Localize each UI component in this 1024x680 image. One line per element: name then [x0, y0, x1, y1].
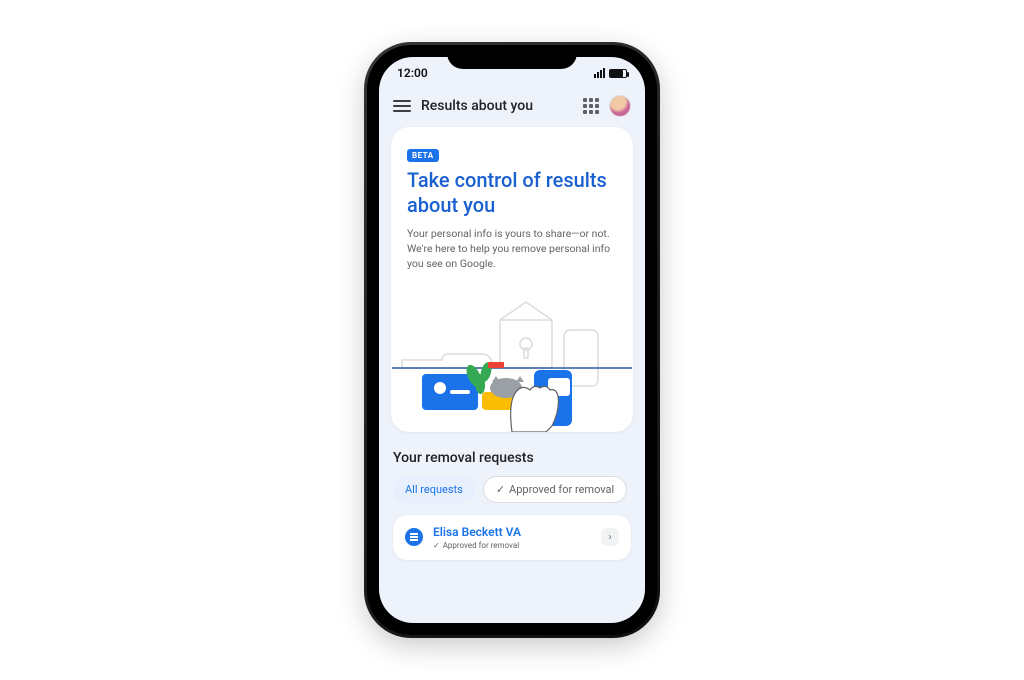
chip-approved[interactable]: ✓ Approved for removal [483, 476, 627, 503]
filter-chips: All requests ✓ Approved for removal ◐ [393, 476, 631, 503]
hero-title: Take control of results about you [407, 168, 617, 218]
hero-card: BETA Take control of results about you Y… [391, 127, 633, 432]
phone-frame: 12:00 Results about you BETA Take contro… [367, 45, 657, 635]
check-icon: ✓ [433, 541, 440, 550]
chevron-right-icon[interactable]: › [601, 528, 619, 546]
battery-icon [609, 69, 627, 78]
avatar[interactable] [609, 95, 631, 117]
chip-label: All requests [405, 483, 463, 496]
removals-title: Your removal requests [393, 450, 631, 466]
request-title: Elisa Beckett VA [433, 525, 591, 539]
illustration-svg [391, 282, 633, 432]
beta-badge: BETA [407, 149, 439, 162]
apps-grid-icon[interactable] [583, 98, 599, 114]
page-title: Results about you [421, 98, 573, 114]
phone-notch [447, 45, 577, 69]
status-right [594, 68, 627, 78]
request-body: Elisa Beckett VA ✓ Approved for removal [433, 525, 591, 550]
removals-section: Your removal requests All requests ✓ App… [379, 446, 645, 560]
screen: 12:00 Results about you BETA Take contro… [379, 57, 645, 623]
hero-illustration [391, 282, 633, 432]
menu-icon[interactable] [393, 100, 411, 112]
hero-subtitle: Your personal info is yours to share—or … [407, 226, 617, 272]
status-time: 12:00 [397, 66, 428, 80]
chip-label: Approved for removal [509, 483, 614, 496]
result-lines-icon [405, 528, 423, 546]
check-icon: ✓ [496, 483, 505, 496]
signal-icon [594, 68, 605, 78]
removal-request-card[interactable]: Elisa Beckett VA ✓ Approved for removal … [393, 515, 631, 560]
request-status-label: Approved for removal [443, 541, 519, 550]
chip-all-requests[interactable]: All requests [393, 476, 475, 503]
app-bar: Results about you [379, 89, 645, 127]
request-status: ✓ Approved for removal [433, 541, 591, 550]
